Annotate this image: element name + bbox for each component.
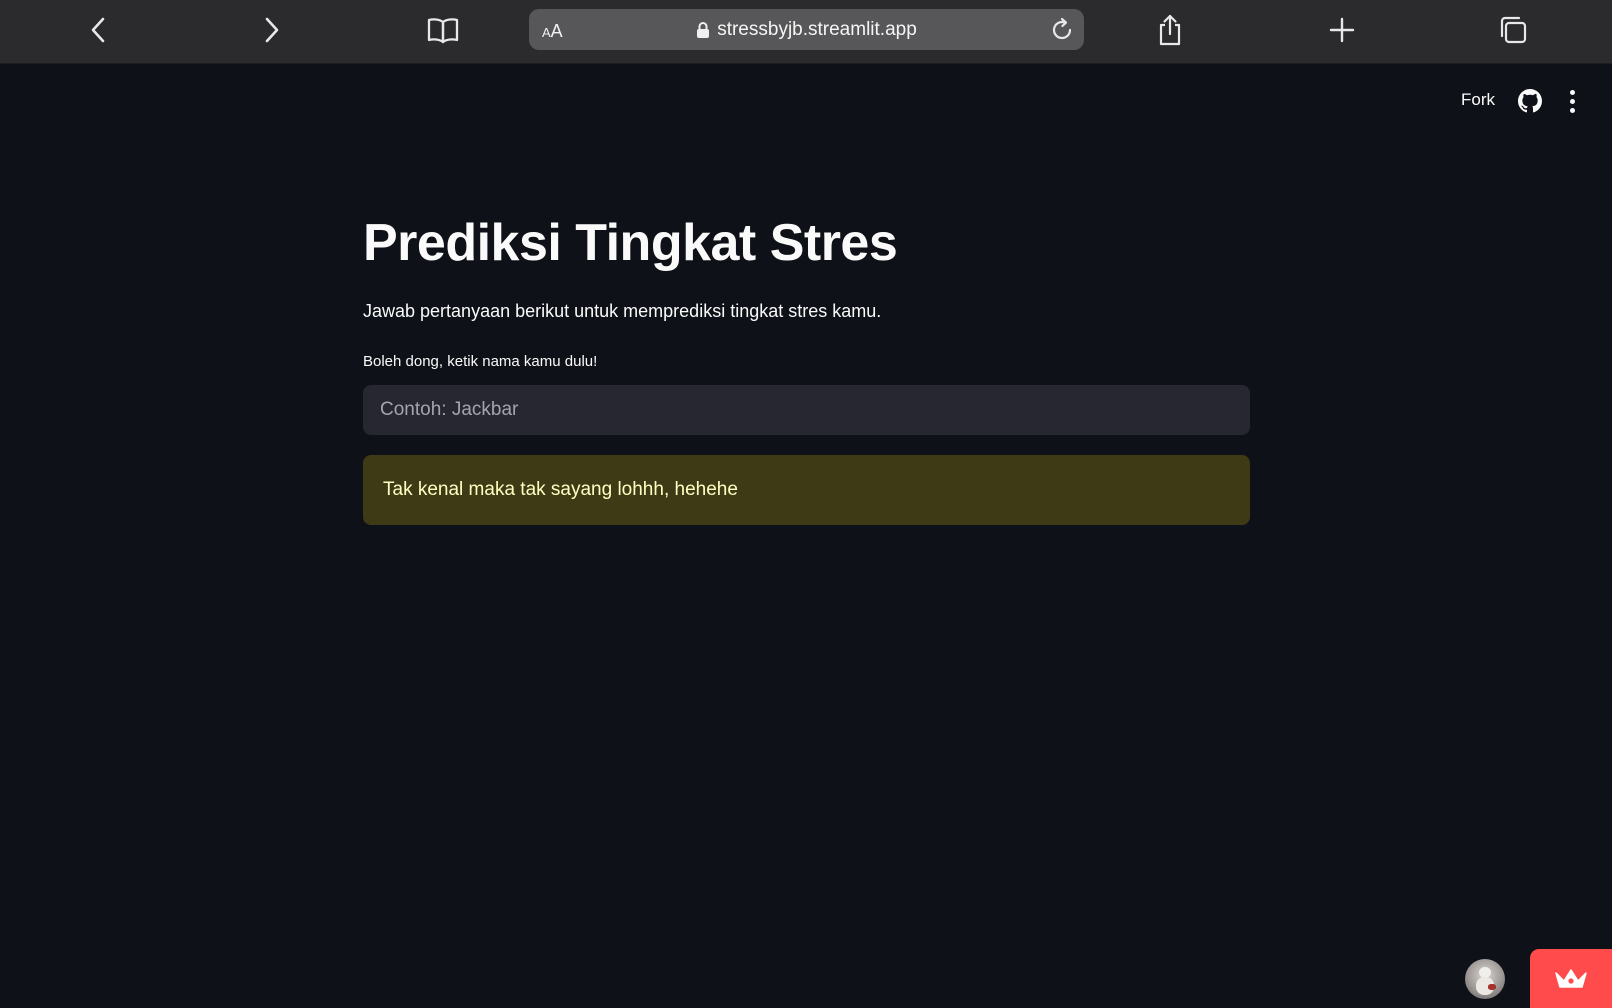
address-bar[interactable]: AA stressbyjb.streamlit.app xyxy=(529,9,1084,50)
forward-button[interactable] xyxy=(249,8,293,52)
streamlit-badge[interactable] xyxy=(1530,949,1612,1008)
github-button[interactable] xyxy=(1518,89,1542,113)
crown-icon xyxy=(1555,968,1587,988)
warning-text: Tak kenal maka tak sayang lohhh, hehehe xyxy=(383,479,738,500)
github-icon xyxy=(1518,89,1542,113)
bookmarks-button[interactable] xyxy=(421,8,465,52)
user-avatar[interactable] xyxy=(1465,959,1505,999)
back-button[interactable] xyxy=(77,8,121,52)
tabs-icon xyxy=(1500,16,1527,44)
more-vertical-icon xyxy=(1569,89,1575,95)
plus-icon xyxy=(1329,17,1355,43)
url-text: stressbyjb.streamlit.app xyxy=(717,18,917,40)
share-button[interactable] xyxy=(1148,8,1192,52)
chevron-right-icon xyxy=(265,17,279,43)
lock-icon xyxy=(697,21,710,38)
chevron-left-icon xyxy=(91,17,105,43)
new-tab-button[interactable] xyxy=(1320,8,1364,52)
page-subtitle: Jawab pertanyaan berikut untuk mempredik… xyxy=(363,301,882,321)
book-icon xyxy=(427,18,459,44)
browser-toolbar: AA stressbyjb.streamlit.app xyxy=(0,0,1612,64)
reload-icon xyxy=(1052,17,1072,40)
reload-button[interactable] xyxy=(1048,16,1076,44)
share-icon xyxy=(1159,14,1181,46)
page-title: Prediksi Tingkat Stres xyxy=(363,214,898,272)
tabs-overview-button[interactable] xyxy=(1491,8,1535,52)
fork-button[interactable]: Fork xyxy=(1461,90,1495,110)
warning-alert: Tak kenal maka tak sayang lohhh, hehehe xyxy=(363,455,1250,525)
main-menu-button[interactable] xyxy=(1560,88,1584,114)
name-field-label: Boleh dong, ketik nama kamu dulu! xyxy=(363,353,598,370)
name-input[interactable] xyxy=(363,385,1250,435)
url-display: stressbyjb.streamlit.app xyxy=(529,9,1084,50)
